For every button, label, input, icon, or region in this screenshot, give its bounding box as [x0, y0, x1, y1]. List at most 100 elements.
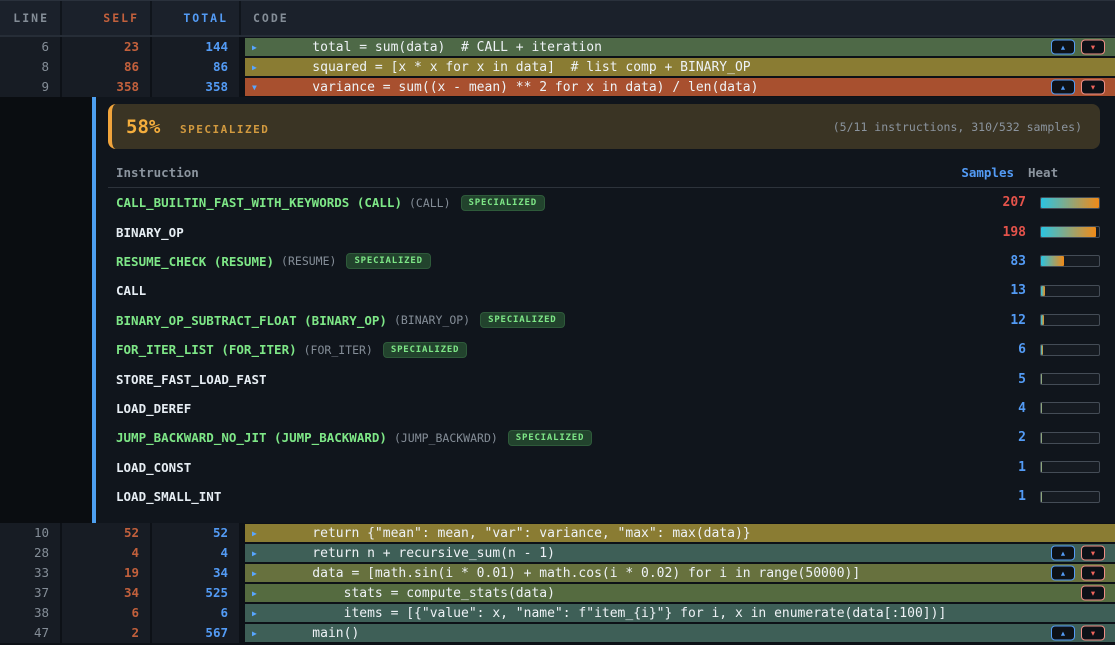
total-samples: 567 [152, 623, 241, 643]
total-samples: 144 [152, 37, 241, 57]
specialized-badge: SPECIALIZED [461, 195, 545, 211]
code-row[interactable]: 88686▶ squared = [x * x for x in data] #… [0, 57, 1115, 77]
row-buttons: ▲▼ [1051, 40, 1105, 55]
self-samples: 23 [62, 37, 152, 57]
heat-bar [1040, 432, 1100, 444]
specialization-summary-left: 58% SPECIALIZED [126, 116, 269, 138]
instruction-samples: 12 [946, 313, 1026, 328]
code-text: return {"mean": mean, "var": variance, "… [269, 526, 751, 541]
heat-column-header: Heat [1028, 165, 1100, 180]
heat-bar-fill [1041, 345, 1043, 355]
code-rows-above: 623144▶ total = sum(data) # CALL + itera… [0, 37, 1115, 97]
total-samples: 525 [152, 583, 241, 603]
instruction-row: BINARY_OP198 [108, 217, 1100, 246]
table-header: LINE SELF TOTAL CODE [0, 1, 1115, 37]
total-samples: 358 [152, 77, 241, 97]
expand-arrow-icon[interactable]: ▶ [245, 609, 269, 618]
instruction-samples: 4 [946, 401, 1026, 416]
expand-arrow-icon[interactable]: ▶ [245, 569, 269, 578]
move-down-button[interactable]: ▼ [1081, 40, 1105, 55]
specialized-percent: 58% [126, 116, 160, 138]
left-gutter [0, 97, 92, 523]
line-number: 10 [0, 523, 62, 543]
instruction-name: STORE_FAST_LOAD_FAST [116, 372, 267, 387]
move-down-button[interactable]: ▼ [1081, 586, 1105, 601]
expand-arrow-icon[interactable]: ▶ [245, 549, 269, 558]
move-up-button[interactable]: ▲ [1051, 546, 1075, 561]
instruction-base-name: (CALL) [409, 196, 451, 210]
instruction-row: LOAD_DEREF4 [108, 394, 1100, 423]
code-row[interactable]: 623144▶ total = sum(data) # CALL + itera… [0, 37, 1115, 57]
instruction-table-header: Instruction Samples Heat [108, 162, 1100, 182]
move-down-button[interactable]: ▼ [1081, 80, 1105, 95]
expand-arrow-icon[interactable]: ▶ [245, 63, 269, 72]
code-heat-band: ▶ return {"mean": mean, "var": variance,… [245, 524, 1115, 542]
instruction-row: LOAD_CONST1 [108, 453, 1100, 482]
line-number: 28 [0, 543, 62, 563]
heat-bar [1040, 197, 1100, 209]
instruction-column-header: Instruction [108, 165, 934, 180]
instruction-name: BINARY_OP_SUBTRACT_FLOAT (BINARY_OP) [116, 313, 387, 328]
expand-arrow-icon[interactable]: ▶ [245, 629, 269, 638]
instruction-name: LOAD_SMALL_INT [116, 489, 221, 504]
move-up-button[interactable]: ▲ [1051, 80, 1075, 95]
heat-bar [1040, 402, 1100, 414]
instruction-name-cell: LOAD_CONST [108, 460, 946, 475]
move-up-button[interactable]: ▲ [1051, 40, 1075, 55]
instruction-name: CALL_BUILTIN_FAST_WITH_KEYWORDS (CALL) [116, 195, 402, 210]
instruction-samples: 5 [946, 372, 1026, 387]
code-text: total = sum(data) # CALL + iteration [269, 40, 602, 55]
specialization-panel: 58% SPECIALIZED (5/11 instructions, 310/… [108, 97, 1100, 511]
heat-bar-fill [1041, 286, 1045, 296]
instruction-name-cell: CALL [108, 283, 946, 298]
instruction-samples: 198 [946, 225, 1026, 240]
code-row[interactable]: 3734525▶ stats = compute_stats(data)▼ [0, 583, 1115, 603]
instruction-row: RESUME_CHECK (RESUME)(RESUME)SPECIALIZED… [108, 247, 1100, 276]
move-down-button[interactable]: ▼ [1081, 546, 1105, 561]
column-header-line: LINE [0, 1, 62, 35]
instruction-name-cell: RESUME_CHECK (RESUME)(RESUME)SPECIALIZED [108, 253, 946, 269]
heat-bar-fill [1041, 256, 1064, 266]
move-down-button[interactable]: ▼ [1081, 626, 1105, 641]
expand-arrow-icon[interactable]: ▶ [245, 589, 269, 598]
instruction-name: RESUME_CHECK (RESUME) [116, 254, 274, 269]
code-row[interactable]: 9358358▼ variance = sum((x - mean) ** 2 … [0, 77, 1115, 97]
code-text: main() [269, 626, 359, 641]
move-down-button[interactable]: ▼ [1081, 566, 1105, 581]
move-up-button[interactable]: ▲ [1051, 626, 1075, 641]
move-up-button[interactable]: ▲ [1051, 566, 1075, 581]
code-row[interactable]: 2844▶ return n + recursive_sum(n - 1)▲▼ [0, 543, 1115, 563]
instruction-samples: 1 [946, 489, 1026, 504]
code-cell: ▶ total = sum(data) # CALL + iteration▲▼ [241, 37, 1115, 57]
column-header-self: SELF [62, 1, 152, 35]
instruction-row: STORE_FAST_LOAD_FAST 5 [108, 364, 1100, 393]
total-samples: 86 [152, 57, 241, 77]
code-row[interactable]: 3866▶ items = [{"value": x, "name": f"it… [0, 603, 1115, 623]
collapse-arrow-icon[interactable]: ▼ [245, 83, 269, 92]
instruction-samples: 1 [946, 460, 1026, 475]
instruction-row: CALL13 [108, 276, 1100, 305]
instruction-row: FOR_ITER_LIST (FOR_ITER)(FOR_ITER)SPECIA… [108, 335, 1100, 364]
instruction-base-name: (FOR_ITER) [304, 343, 373, 357]
code-text: items = [{"value": x, "name": f"item_{i}… [269, 606, 946, 621]
total-samples: 52 [152, 523, 241, 543]
expand-arrow-icon[interactable]: ▶ [245, 529, 269, 538]
self-samples: 4 [62, 543, 152, 563]
code-row[interactable]: 472567▶ main()▲▼ [0, 623, 1115, 643]
line-number: 33 [0, 563, 62, 583]
total-samples: 4 [152, 543, 241, 563]
self-samples: 358 [62, 77, 152, 97]
row-buttons: ▲▼ [1051, 626, 1105, 641]
heat-bar [1040, 344, 1100, 356]
sample-counts-note: (5/11 instructions, 310/532 samples) [833, 120, 1082, 134]
code-row[interactable]: 105252▶ return {"mean": mean, "var": var… [0, 523, 1115, 543]
heat-bar [1040, 373, 1100, 385]
self-samples: 52 [62, 523, 152, 543]
line-number: 38 [0, 603, 62, 623]
expand-arrow-icon[interactable]: ▶ [245, 43, 269, 52]
self-samples: 6 [62, 603, 152, 623]
code-row[interactable]: 331934▶ data = [math.sin(i * 0.01) + mat… [0, 563, 1115, 583]
code-cell: ▶ stats = compute_stats(data)▼ [241, 583, 1115, 603]
self-samples: 34 [62, 583, 152, 603]
self-samples: 2 [62, 623, 152, 643]
